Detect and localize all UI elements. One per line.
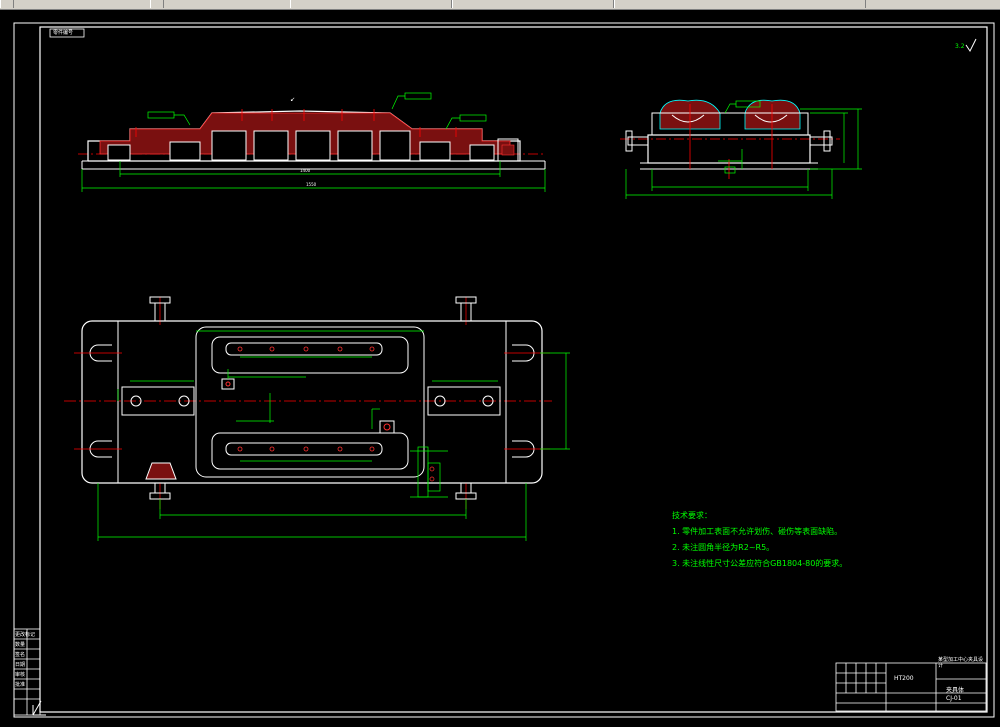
drawing-canvas[interactable]: 1550 1400 ↙ 3.2 (0, 9, 1000, 723)
roughness-check-icon (965, 38, 977, 52)
toolbar-button[interactable] (0, 0, 14, 8)
side-label: 签名 (15, 652, 26, 658)
notes-item: 2. 未注圆角半径为R2~R5。 (672, 543, 775, 552)
toolbar-button[interactable] (150, 0, 164, 8)
drawing-number: CJ-01 (946, 695, 962, 702)
svg-text:1400: 1400 (300, 168, 311, 173)
material-label: HT200 (894, 675, 914, 682)
side-section-view (620, 99, 862, 199)
technical-notes: 技术要求： 1. 零件加工表面不允许划伤、碰伤等表面缺陷。 2. 未注圆角半径为… (672, 508, 847, 572)
front-section-view: 1550 1400 ↙ (78, 92, 546, 192)
outer-frame (13, 22, 995, 718)
part-name: 夹具体 (946, 687, 965, 694)
side-label: 日期 (15, 662, 26, 668)
section-mark: ↙ (290, 96, 295, 103)
svg-text:3.2: 3.2 (955, 43, 965, 50)
side-label: 审核 (15, 672, 26, 678)
notes-title: 技术要求： (672, 511, 712, 520)
cad-drawing: 1550 1400 ↙ 3.2 (13, 22, 995, 718)
notes-item: 1. 零件加工表面不允许划伤、碰伤等表面缺陷。 (672, 527, 843, 536)
side-label: 批准 (15, 682, 26, 688)
plan-view (64, 296, 570, 541)
header-tag: 零件编号 (53, 30, 74, 36)
notes-item: 3. 未注线性尺寸公差应符合GB1804-80的要求。 (672, 559, 848, 568)
side-label: 数量 (15, 642, 26, 648)
toolbar-tab[interactable] (452, 0, 614, 8)
toolbar-tab[interactable] (290, 0, 452, 8)
drawing-title: 某型加工中心夹具设计 (938, 657, 984, 669)
svg-text:1550: 1550 (306, 182, 317, 187)
toolbar-tab[interactable] (614, 0, 866, 8)
side-label: 更改标记 (15, 632, 36, 638)
